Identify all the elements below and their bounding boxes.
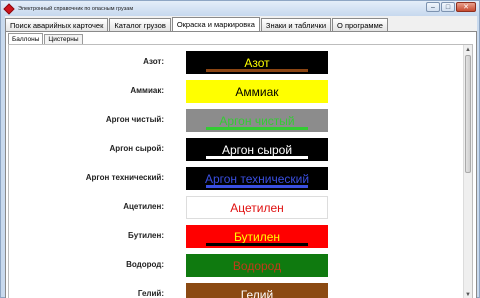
vertical-scrollbar[interactable]: ▲ ▼	[463, 45, 472, 298]
list-item: Аргон сырой: Аргон сырой	[9, 138, 459, 167]
list-item: Азот: Азот	[9, 51, 459, 80]
window-controls: – □ ✕	[426, 2, 476, 12]
subtab-tanks[interactable]: Цистерны	[44, 34, 83, 44]
swatch-text: Азот	[244, 55, 270, 70]
swatch-text: Гелий	[240, 287, 274, 298]
gas-label: Водород:	[126, 260, 164, 269]
close-button[interactable]: ✕	[456, 2, 476, 12]
gas-label: Аммиак:	[130, 86, 164, 95]
tab-search-cards[interactable]: Поиск аварийных карточек	[5, 18, 109, 31]
swatch-stripe	[206, 156, 308, 159]
gas-label: Азот:	[143, 57, 164, 66]
swatch-text: Ацетилен	[230, 200, 284, 215]
scrollbar-thumb[interactable]	[465, 55, 471, 173]
list-item: Бутилен: Бутилен	[9, 225, 459, 254]
gas-label: Ацетилен:	[123, 202, 164, 211]
scroll-up-arrow-icon[interactable]: ▲	[464, 45, 472, 54]
list-item: Аргон чистый: Аргон чистый	[9, 109, 459, 138]
gas-label: Бутилен:	[128, 231, 164, 240]
swatch-stripe	[206, 127, 308, 130]
cylinder-swatch: Аргон чистый	[186, 109, 328, 132]
window-title: Электронный справочник по опасным грузам	[18, 5, 134, 12]
swatch-stripe	[206, 185, 308, 188]
cylinder-swatch: Бутилен	[186, 225, 328, 248]
minimize-button[interactable]: –	[426, 2, 440, 12]
swatch-text: Аргон чистый	[219, 113, 295, 128]
gas-label: Аргон технический:	[85, 173, 164, 182]
swatch-stripe	[206, 243, 308, 246]
swatch-text: Аргон сырой	[221, 142, 293, 157]
cylinder-swatch: Аммиак	[186, 80, 328, 103]
app-window: Электронный справочник по опасным грузам…	[0, 0, 480, 298]
gas-label: Гелий:	[137, 289, 164, 298]
cylinder-swatch: Ацетилен	[186, 196, 328, 219]
gas-label: Аргон чистый:	[105, 115, 164, 124]
sub-tabs: Баллоны Цистерны	[8, 32, 84, 44]
swatch-text: Аммиак	[235, 84, 279, 99]
cylinder-swatch: Аргон сырой	[186, 138, 328, 161]
cylinder-swatch: Гелий	[186, 283, 328, 298]
gas-label: Аргон сырой:	[109, 144, 164, 153]
cylinder-swatch: Водород	[186, 254, 328, 277]
cylinder-swatch: Азот	[186, 51, 328, 74]
swatch-text: Аргон технический	[204, 171, 310, 186]
tab-coloring-marking[interactable]: Окраска и маркировка	[171, 17, 260, 31]
tab-signs-plates[interactable]: Знаки и таблички	[260, 18, 332, 31]
list-item: Ацетилен: Ацетилен	[9, 196, 459, 225]
tab-about[interactable]: О программе	[332, 18, 388, 31]
swatch-text: Водород	[232, 258, 282, 273]
swatch-text: Бутилен	[233, 229, 281, 244]
subtab-cylinders[interactable]: Баллоны	[8, 33, 44, 44]
cylinder-swatch: Аргон технический	[186, 167, 328, 190]
scroll-down-arrow-icon[interactable]: ▼	[464, 290, 472, 298]
app-diamond-icon	[3, 2, 15, 15]
swatch-stripe	[206, 69, 308, 72]
tab-panel: Баллоны Цистерны Азот: Азот Аммиак: Амми…	[5, 31, 477, 298]
tab-cargo-catalog[interactable]: Каталог грузов	[109, 18, 171, 31]
list-item: Аргон технический: Аргон технический	[9, 167, 459, 196]
gas-color-list: Азот: Азот Аммиак: Аммиак Аргон чистый: …	[8, 44, 473, 298]
list-item: Аммиак: Аммиак	[9, 80, 459, 109]
list-item: Гелий: Гелий	[9, 283, 459, 298]
maximize-button[interactable]: □	[441, 2, 455, 12]
main-tabs: Поиск аварийных карточек Каталог грузов …	[5, 16, 477, 31]
title-bar[interactable]: Электронный справочник по опасным грузам…	[1, 1, 479, 16]
list-item: Водород: Водород	[9, 254, 459, 283]
